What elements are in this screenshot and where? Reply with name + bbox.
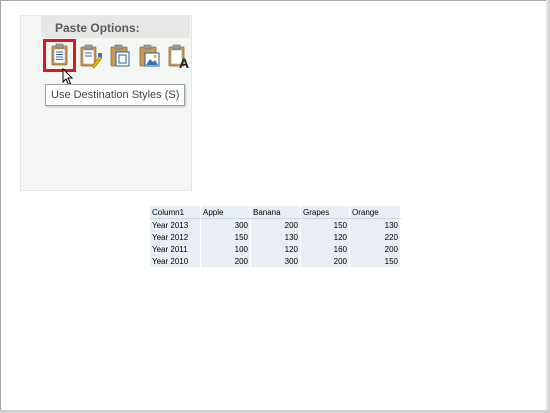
table-cell: 300 — [250, 255, 301, 267]
keep-source-formatting-icon — [78, 42, 104, 70]
table-row-header: Year 2013 — [150, 218, 201, 231]
table-cell: 120 — [300, 231, 350, 243]
table-cell: 200 — [200, 255, 251, 267]
table-cell: 130 — [250, 231, 301, 243]
table-row: Year 2012 150 130 120 220 — [150, 231, 401, 243]
embed-icon — [108, 42, 134, 70]
svg-text:A: A — [179, 55, 189, 70]
table-row-header: Year 2012 — [150, 231, 201, 243]
canvas-shadow-right — [546, 0, 550, 413]
table-cell: 150 — [200, 231, 251, 243]
table-cell: 100 — [200, 243, 251, 255]
table-header-cell: Column1 — [150, 206, 201, 219]
picture-icon — [137, 42, 163, 70]
keep-text-only-button[interactable]: A — [166, 42, 192, 70]
keep-source-formatting-button[interactable] — [78, 42, 104, 70]
keep-text-only-icon: A — [166, 42, 192, 70]
use-destination-styles-icon — [46, 42, 73, 69]
table-cell: 120 — [250, 243, 301, 255]
table-header-cell: Banana — [250, 206, 301, 219]
table-cell: 220 — [349, 231, 401, 243]
table-cell: 150 — [300, 218, 350, 231]
paste-options-title: Paste Options: — [55, 21, 140, 35]
table-header-row: Column1 Apple Banana Grapes Orange — [150, 206, 401, 219]
table-cell: 300 — [200, 218, 251, 231]
table-cell: 160 — [300, 243, 350, 255]
table-header-cell: Orange — [349, 206, 401, 219]
table-row-header: Year 2010 — [150, 255, 201, 267]
table-cell: 200 — [250, 218, 301, 231]
table-cell: 200 — [300, 255, 350, 267]
table-row: Year 2013 300 200 150 130 — [150, 218, 401, 231]
table-header-cell: Grapes — [300, 206, 350, 219]
table-cell: 150 — [349, 255, 401, 267]
tooltip: Use Destination Styles (S) — [45, 84, 186, 106]
table-row: Year 2011 100 120 160 200 — [150, 243, 401, 255]
pasted-table: Column1 Apple Banana Grapes Orange Year … — [150, 206, 401, 267]
table-row-header: Year 2011 — [150, 243, 201, 255]
table-header-cell: Apple — [200, 206, 251, 219]
table-cell: 130 — [349, 218, 401, 231]
table-row: Year 2010 200 300 200 150 — [150, 255, 401, 267]
table-cell: 200 — [349, 243, 401, 255]
embed-button[interactable] — [108, 42, 134, 70]
picture-button[interactable] — [137, 42, 163, 70]
